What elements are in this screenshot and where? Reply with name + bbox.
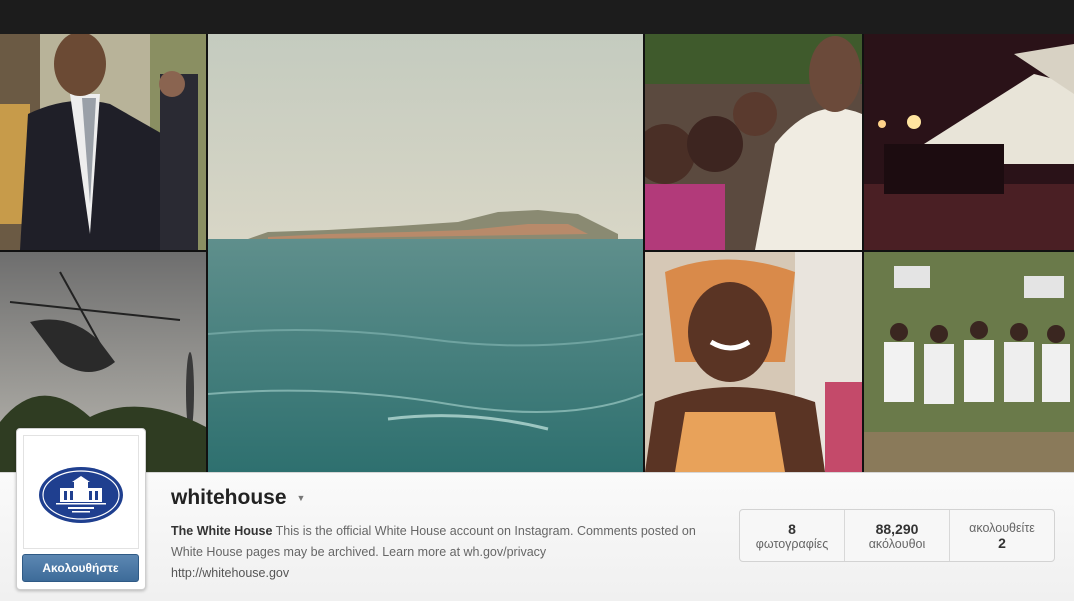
cover-photo-airplane[interactable] (864, 34, 1074, 250)
stat-following[interactable]: 2 ακολουθείτε (950, 510, 1054, 561)
stat-label: ακολουθείτε (969, 520, 1035, 535)
display-name: The White House (171, 524, 273, 538)
stat-value: 88,290 (875, 520, 919, 537)
top-bar (0, 0, 1074, 34)
chevron-down-icon[interactable]: ▼ (297, 493, 306, 503)
stat-value: 2 (998, 534, 1006, 551)
avatar[interactable] (23, 435, 139, 549)
stat-label: φωτογραφίες (755, 536, 829, 551)
cover-photo-group[interactable] (864, 252, 1074, 472)
follow-button[interactable]: Ακολουθήστε (22, 554, 139, 582)
cover-photo-grid (0, 34, 1074, 472)
cover-photo-sea[interactable] (208, 34, 643, 472)
bio: The White House This is the official Whi… (171, 521, 731, 584)
stat-value: 8 (788, 520, 796, 537)
cover-photo-suit[interactable] (0, 34, 206, 250)
stat-followers[interactable]: 88,290 ακόλουθοι (845, 510, 950, 561)
avatar-card: Ακολουθήστε (16, 428, 146, 590)
cover-photo-woman[interactable] (645, 252, 862, 472)
username-label: whitehouse (171, 486, 287, 509)
white-house-seal-icon (39, 467, 123, 523)
profile-stats: 8 φωτογραφίες 88,290 ακόλουθοι 2 ακολουθ… (739, 509, 1055, 562)
cover-photo-crowd[interactable] (645, 34, 862, 250)
website-link[interactable]: http://whitehouse.gov (171, 563, 731, 584)
stat-label: ακόλουθοι (868, 536, 926, 551)
username[interactable]: whitehouse ▼ (171, 486, 305, 510)
stat-photos[interactable]: 8 φωτογραφίες (740, 510, 845, 561)
